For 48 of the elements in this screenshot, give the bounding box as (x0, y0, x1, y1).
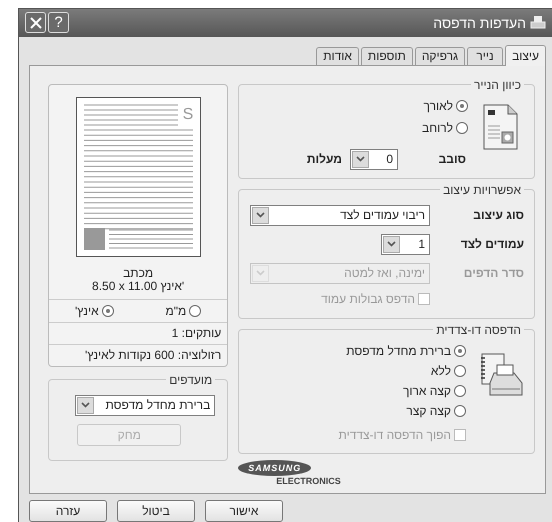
printer-icon (480, 350, 524, 397)
tab[interactable]: אודות (316, 46, 359, 65)
unit-label: מעלות (306, 152, 342, 166)
radio-option[interactable]: לרוחב (249, 118, 468, 138)
unit-radio[interactable]: אינץ' (74, 300, 114, 321)
document-icon (482, 104, 518, 150)
radio-option[interactable]: ברירת מחדל מדפסת (338, 340, 466, 361)
window-title: העדפות הדפסה (433, 14, 526, 31)
chevron-down-icon (356, 156, 365, 162)
logo-subtitle: ELECTRONICS (276, 476, 341, 486)
radio-option[interactable]: קצה קצר (338, 400, 466, 421)
field-label: עמודים לצד (460, 237, 524, 252)
rotation-dropdown[interactable]: 0 (350, 148, 398, 170)
group-title: הדפסה דו-צדדית (435, 322, 522, 337)
printer-icon (530, 14, 546, 31)
radio-option[interactable]: ללא (338, 360, 466, 381)
chevron-down-icon (81, 402, 90, 408)
field-label: סובב (438, 152, 467, 166)
tab[interactable]: עיצוב (505, 44, 546, 66)
paper-name: מכתב (122, 266, 154, 280)
dialog-button[interactable]: עזרה (29, 500, 107, 522)
paper-size: 8.50 x 11.00 אינץ' (91, 280, 186, 293)
close-icon (30, 16, 42, 29)
dialog-button[interactable]: אישור (205, 500, 283, 522)
group-title: מועדפים (168, 372, 214, 387)
dialog-button[interactable]: ביטול (117, 500, 195, 522)
unit-radio[interactable]: מ"מ (166, 300, 202, 321)
option-dropdown[interactable]: 1 (381, 234, 430, 255)
logo-brand: SAMSUNG (238, 460, 312, 476)
tab[interactable]: נייר (467, 46, 504, 65)
radio-option[interactable]: קצה ארוך (338, 380, 466, 401)
favorites-dropdown[interactable]: ברירת מחדל מדפסת (75, 394, 216, 416)
page-preview-drawing: S (76, 96, 201, 257)
tab[interactable]: גרפיקה (414, 46, 466, 65)
group-title: כיוון הנייר (472, 78, 522, 92)
help-button[interactable]: ? (48, 12, 69, 34)
close-button[interactable] (25, 12, 46, 34)
chevron-down-icon (256, 212, 265, 218)
chevron-down-icon (256, 270, 265, 276)
chevron-down-icon (387, 241, 396, 248)
field-label: סדר הדפים (462, 266, 524, 280)
field-label: סוג עיצוב (472, 208, 524, 222)
tab[interactable]: תוספות (360, 46, 413, 65)
resolution-text: רזולוציה: 600 נקודות לאינץ' (85, 348, 222, 362)
option-dropdown[interactable]: ריבוי עמודים לצד (250, 204, 430, 226)
group-title: אפשרויות עיצוב (442, 182, 522, 197)
copies-text: עותקים: 1 (172, 326, 222, 340)
radio-option[interactable]: לאורך (249, 96, 468, 116)
